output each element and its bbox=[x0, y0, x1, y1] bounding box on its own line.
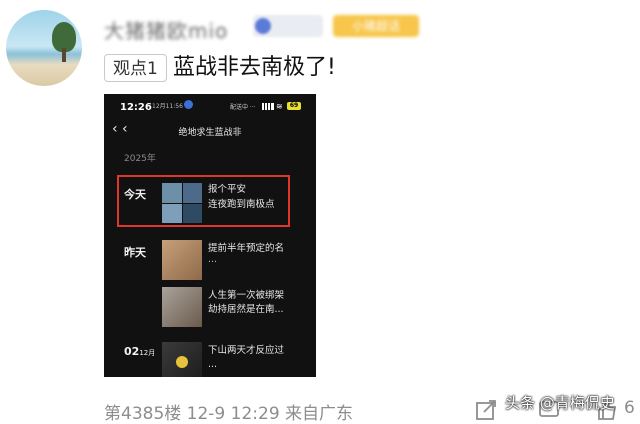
app-indicator-icon bbox=[184, 100, 193, 109]
post-day: 今天 bbox=[124, 188, 146, 201]
post-line[interactable]: 报个平安 bbox=[208, 183, 246, 197]
signal-icon bbox=[262, 103, 274, 110]
post-line[interactable]: 提前半年预定的名 bbox=[208, 242, 284, 256]
post-day: 昨天 bbox=[124, 246, 146, 259]
watermark: 头条 @青梅侃史 bbox=[505, 394, 615, 412]
verified-icon bbox=[255, 18, 271, 34]
comment-text: 蓝战非去南极了! bbox=[173, 55, 336, 80]
status-delivery: 配送中 ··· bbox=[230, 104, 256, 111]
play-icon bbox=[176, 356, 188, 368]
post-thumbnail[interactable] bbox=[162, 342, 202, 377]
embedded-screenshot[interactable]: 12:26 12月11:56 配送中 ··· ≋ 69 ‹ ‹ 绝地求生蓝战非 … bbox=[104, 94, 316, 377]
year-label: 2025年 bbox=[124, 154, 156, 164]
post-line[interactable]: 人生第一次被绑架 bbox=[208, 289, 284, 303]
post-thumbnail[interactable] bbox=[162, 287, 202, 327]
share-icon[interactable] bbox=[475, 399, 497, 421]
viewpoint-tag: 观点1 bbox=[104, 54, 167, 82]
post-line[interactable]: 下山两天才反应过 bbox=[208, 344, 284, 358]
post-line[interactable]: 连夜跑到南极点 bbox=[208, 198, 275, 212]
username[interactable]: 大猪猪欧mio bbox=[104, 15, 228, 44]
status-time: 12:26 bbox=[120, 102, 152, 113]
post-line[interactable]: ... bbox=[208, 358, 217, 372]
profile-title: 绝地求生蓝战非 bbox=[178, 128, 242, 138]
fan-badge: 小猪超话 bbox=[333, 15, 419, 37]
status-sub: 12月11:56 bbox=[152, 103, 183, 110]
post-thumbnail[interactable] bbox=[162, 183, 202, 223]
post-day: 0212月 bbox=[124, 345, 156, 358]
post-thumbnail[interactable] bbox=[162, 240, 202, 280]
post-line[interactable]: ··· bbox=[208, 256, 217, 270]
floor-info: 第4385楼 12-9 12:29 来自广东 bbox=[104, 404, 354, 424]
battery-icon: 69 bbox=[287, 102, 301, 110]
tree-trunk-shape bbox=[62, 48, 66, 62]
avatar[interactable] bbox=[6, 10, 82, 86]
verified-badge bbox=[253, 15, 323, 37]
wifi-icon: ≋ bbox=[276, 102, 283, 111]
like-count: 6 bbox=[624, 398, 635, 418]
post-line[interactable]: 劫持居然是在南... bbox=[208, 303, 284, 317]
